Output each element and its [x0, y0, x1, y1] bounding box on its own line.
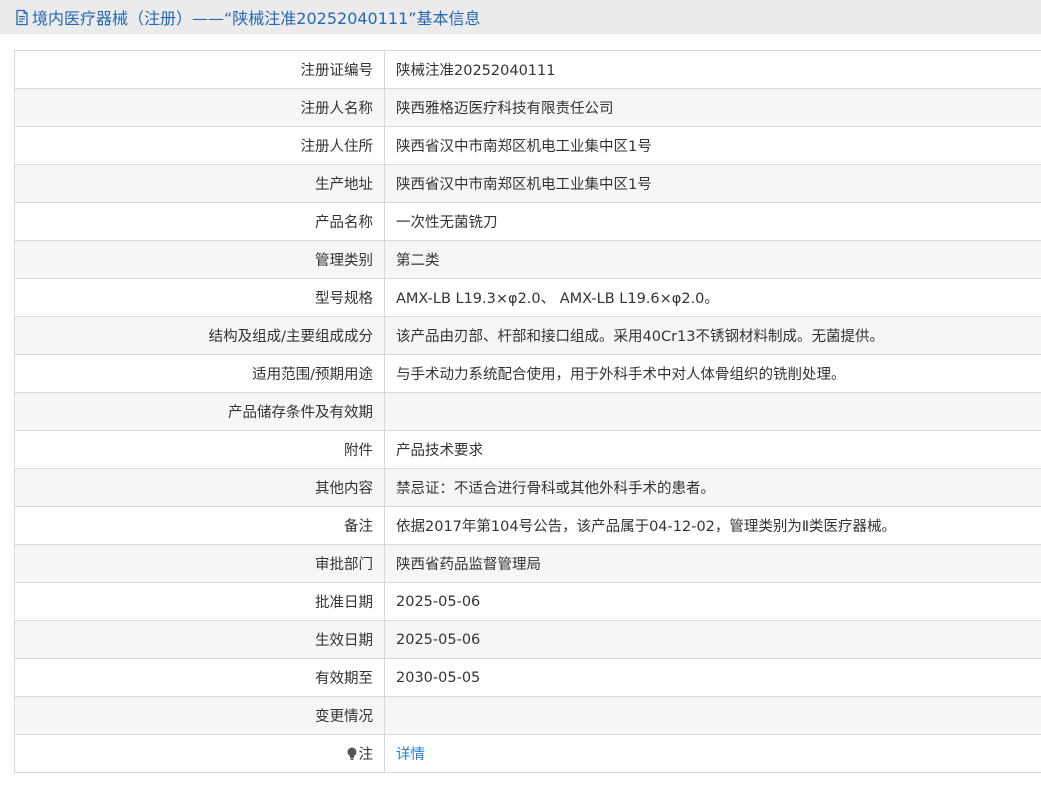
note-row: 注 详情	[14, 734, 1041, 773]
row-value: 陕西省药品监督管理局	[384, 544, 1041, 583]
table-row: 变更情况	[14, 696, 1041, 735]
row-label: 其他内容	[14, 468, 385, 507]
page-title: 境内医疗器械（注册）——“陕械注准20252040111”基本信息	[32, 9, 481, 28]
info-table: 注册证编号 陕械注准20252040111 注册人名称 陕西雅格迈医疗科技有限责…	[14, 50, 1041, 773]
note-label-cell: 注	[14, 734, 385, 773]
table-row: 备注 依据2017年第104号公告，该产品属于04-12-02，管理类别为Ⅱ类医…	[14, 506, 1041, 545]
table-row: 管理类别 第二类	[14, 240, 1041, 279]
row-value: 陕西雅格迈医疗科技有限责任公司	[384, 88, 1041, 127]
table-row: 生效日期 2025-05-06	[14, 620, 1041, 659]
table-row: 结构及组成/主要组成成分 该产品由刃部、杆部和接口组成。采用40Cr13不锈钢材…	[14, 316, 1041, 355]
table-row: 适用范围/预期用途 与手术动力系统配合使用，用于外科手术中对人体骨组织的铣削处理…	[14, 354, 1041, 393]
row-value: 与手术动力系统配合使用，用于外科手术中对人体骨组织的铣削处理。	[384, 354, 1041, 393]
table-row: 生产地址 陕西省汉中市南郑区机电工业集中区1号	[14, 164, 1041, 203]
table-row: 型号规格 AMX-LB L19.3×φ2.0、 AMX-LB L19.6×φ2.…	[14, 278, 1041, 317]
row-value: 2030-05-05	[384, 658, 1041, 697]
table-row: 产品储存条件及有效期	[14, 392, 1041, 431]
table-row: 注册人住所 陕西省汉中市南郑区机电工业集中区1号	[14, 126, 1041, 165]
row-label: 附件	[14, 430, 385, 469]
note-value-cell: 详情	[384, 734, 1041, 773]
table-row: 其他内容 禁忌证：不适合进行骨科或其他外科手术的患者。	[14, 468, 1041, 507]
row-value: 该产品由刃部、杆部和接口组成。采用40Cr13不锈钢材料制成。无菌提供。	[384, 316, 1041, 355]
row-label: 产品名称	[14, 202, 385, 241]
row-value: 产品技术要求	[384, 430, 1041, 469]
row-label: 型号规格	[14, 278, 385, 317]
document-icon	[14, 9, 30, 26]
row-value: 2025-05-06	[384, 582, 1041, 621]
row-label: 注册人住所	[14, 126, 385, 165]
row-label: 注册人名称	[14, 88, 385, 127]
row-label: 审批部门	[14, 544, 385, 583]
table-row: 审批部门 陕西省药品监督管理局	[14, 544, 1041, 583]
row-label: 批准日期	[14, 582, 385, 621]
table-row: 有效期至 2030-05-05	[14, 658, 1041, 697]
table-row: 注册人名称 陕西雅格迈医疗科技有限责任公司	[14, 88, 1041, 127]
table-row: 附件 产品技术要求	[14, 430, 1041, 469]
row-label: 生产地址	[14, 164, 385, 203]
table-row: 批准日期 2025-05-06	[14, 582, 1041, 621]
row-value: 2025-05-06	[384, 620, 1041, 659]
row-label: 注册证编号	[14, 50, 385, 89]
row-label: 适用范围/预期用途	[14, 354, 385, 393]
row-value	[384, 392, 1041, 431]
row-value: 第二类	[384, 240, 1041, 279]
details-link[interactable]: 详情	[396, 747, 425, 763]
page-title-bar: 境内医疗器械（注册）——“陕械注准20252040111”基本信息	[0, 0, 1041, 34]
row-label: 结构及组成/主要组成成分	[14, 316, 385, 355]
row-value: AMX-LB L19.3×φ2.0、 AMX-LB L19.6×φ2.0。	[384, 278, 1041, 317]
table-row: 产品名称 一次性无菌铣刀	[14, 202, 1041, 241]
row-value: 禁忌证：不适合进行骨科或其他外科手术的患者。	[384, 468, 1041, 507]
note-label: 注	[358, 747, 374, 763]
row-value	[384, 696, 1041, 735]
row-value: 陕西省汉中市南郑区机电工业集中区1号	[384, 164, 1041, 203]
lightbulb-icon	[346, 747, 358, 761]
row-value: 陕西省汉中市南郑区机电工业集中区1号	[384, 126, 1041, 165]
row-label: 有效期至	[14, 658, 385, 697]
row-label: 变更情况	[14, 696, 385, 735]
row-label: 产品储存条件及有效期	[14, 392, 385, 431]
row-label: 管理类别	[14, 240, 385, 279]
table-row: 注册证编号 陕械注准20252040111	[14, 50, 1041, 89]
row-value: 依据2017年第104号公告，该产品属于04-12-02，管理类别为Ⅱ类医疗器械…	[384, 506, 1041, 545]
row-value: 陕械注准20252040111	[384, 50, 1041, 89]
row-label: 生效日期	[14, 620, 385, 659]
row-label: 备注	[14, 506, 385, 545]
row-value: 一次性无菌铣刀	[384, 202, 1041, 241]
